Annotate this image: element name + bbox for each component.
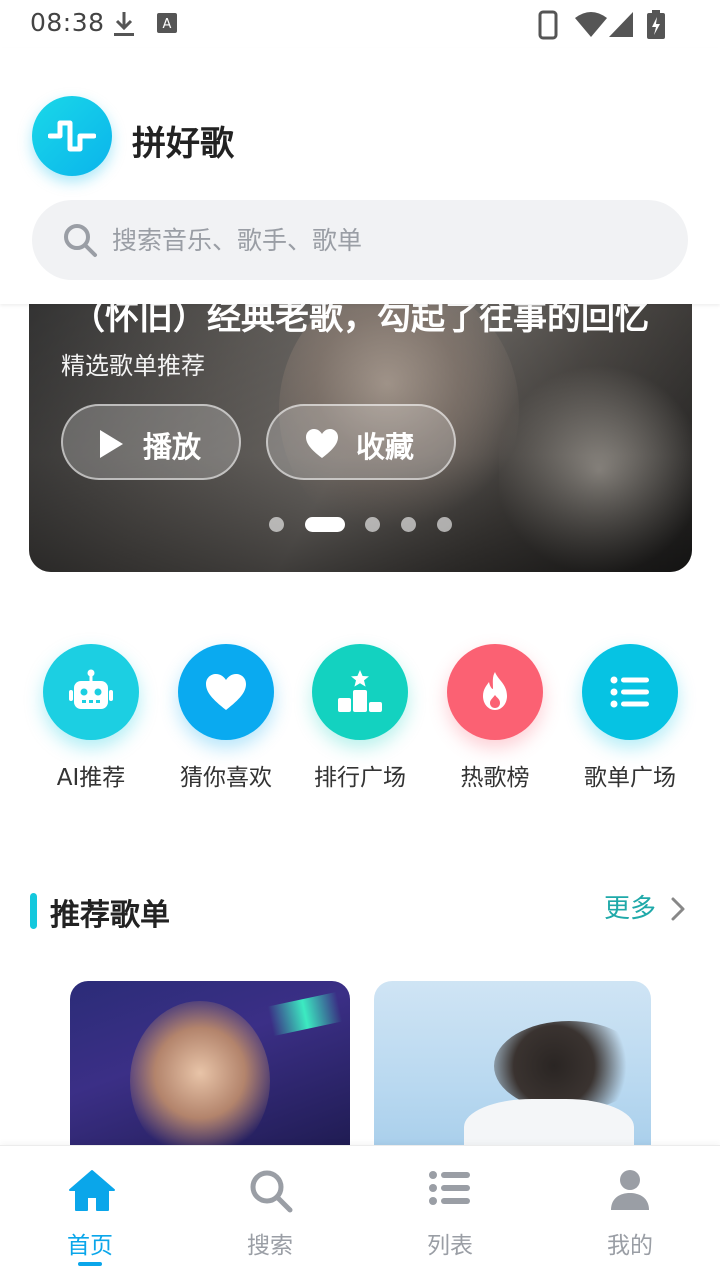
nav-label: 列表 xyxy=(427,1233,473,1259)
playlist-cover-image xyxy=(130,1001,270,1161)
search-bar[interactable] xyxy=(32,200,688,280)
nav-active-indicator xyxy=(78,1262,102,1266)
featured-banner[interactable]: （怀旧）经典老歌，勾起了往事的回忆 精选歌单推荐 播放 收藏 xyxy=(29,280,692,572)
flame-icon xyxy=(447,644,543,740)
battery-charging-icon xyxy=(646,10,666,44)
pager-dot[interactable] xyxy=(401,517,416,532)
nav-label: 首页 xyxy=(67,1233,113,1259)
wifi-icon xyxy=(574,10,608,42)
list-icon xyxy=(582,644,678,740)
podium-icon xyxy=(312,644,408,740)
nav-home[interactable]: 首页 xyxy=(0,1146,180,1280)
chevron-right-icon xyxy=(671,897,685,921)
quick-item-label: 排行广场 xyxy=(314,765,406,791)
section-accent-bar xyxy=(30,893,37,929)
quick-item-label: AI推荐 xyxy=(56,765,126,791)
quick-item-guess-you-like[interactable]: 猜你喜欢 xyxy=(161,640,291,800)
heart-icon xyxy=(178,644,274,740)
banner-subtitle: 精选歌单推荐 xyxy=(61,352,205,380)
list-icon xyxy=(429,1171,470,1205)
more-link[interactable]: 更多 xyxy=(604,888,685,928)
playlist-cover-image xyxy=(494,1021,644,1111)
play-label: 播放 xyxy=(143,430,202,464)
soundwave-icon xyxy=(48,120,96,152)
signal-icon xyxy=(608,10,634,42)
cover-neon-light xyxy=(267,992,343,1036)
quick-item-ranking[interactable]: 排行广场 xyxy=(295,640,425,800)
search-icon xyxy=(250,1170,293,1213)
quick-item-hot-songs[interactable]: 热歌榜 xyxy=(430,640,560,800)
nav-list[interactable]: 列表 xyxy=(360,1146,540,1280)
pager-dot[interactable] xyxy=(269,517,284,532)
keyboard-a-icon: A xyxy=(156,10,178,40)
section-title: 推荐歌单 xyxy=(50,898,170,933)
app-header: 拼好歌 xyxy=(0,48,720,304)
phone-icon xyxy=(538,10,558,44)
home-icon xyxy=(69,1170,115,1211)
quick-item-label: 歌单广场 xyxy=(584,765,676,791)
status-time: 08:38 xyxy=(30,8,105,37)
play-button[interactable]: 播放 xyxy=(61,404,241,480)
quick-item-ai-recommend[interactable]: AI推荐 xyxy=(26,640,156,800)
quick-item-playlist-square[interactable]: 歌单广场 xyxy=(565,640,695,800)
nav-search[interactable]: 搜索 xyxy=(180,1146,360,1280)
play-icon xyxy=(100,430,123,458)
quick-access-row: AI推荐 猜你喜欢 排行广场 热歌榜 歌单广场 xyxy=(0,640,720,800)
search-input[interactable] xyxy=(112,220,652,260)
heart-icon xyxy=(306,429,338,458)
pager-dot[interactable] xyxy=(365,517,380,532)
favorite-button[interactable]: 收藏 xyxy=(266,404,456,480)
robot-icon xyxy=(43,644,139,740)
playlist-card[interactable] xyxy=(70,981,350,1161)
banner-pager xyxy=(29,516,692,532)
favorite-label: 收藏 xyxy=(356,430,415,464)
status-bar: 08:38 A xyxy=(0,0,720,48)
bottom-nav: 首页 搜索 列表 我的 xyxy=(0,1145,720,1280)
nav-label: 搜索 xyxy=(247,1233,293,1259)
download-icon xyxy=(112,10,136,42)
app-title: 拼好歌 xyxy=(132,124,234,164)
quick-item-label: 热歌榜 xyxy=(460,765,530,791)
pager-dot-active[interactable] xyxy=(305,517,345,532)
nav-label: 我的 xyxy=(607,1233,653,1259)
more-label: 更多 xyxy=(604,894,657,924)
quick-item-label: 猜你喜欢 xyxy=(180,765,272,791)
app-logo xyxy=(32,96,112,176)
svg-text:A: A xyxy=(163,17,172,32)
playlist-card[interactable] xyxy=(374,981,651,1161)
search-icon xyxy=(64,224,97,257)
pager-dot[interactable] xyxy=(437,517,452,532)
user-icon xyxy=(611,1170,649,1210)
nav-profile[interactable]: 我的 xyxy=(540,1146,720,1280)
